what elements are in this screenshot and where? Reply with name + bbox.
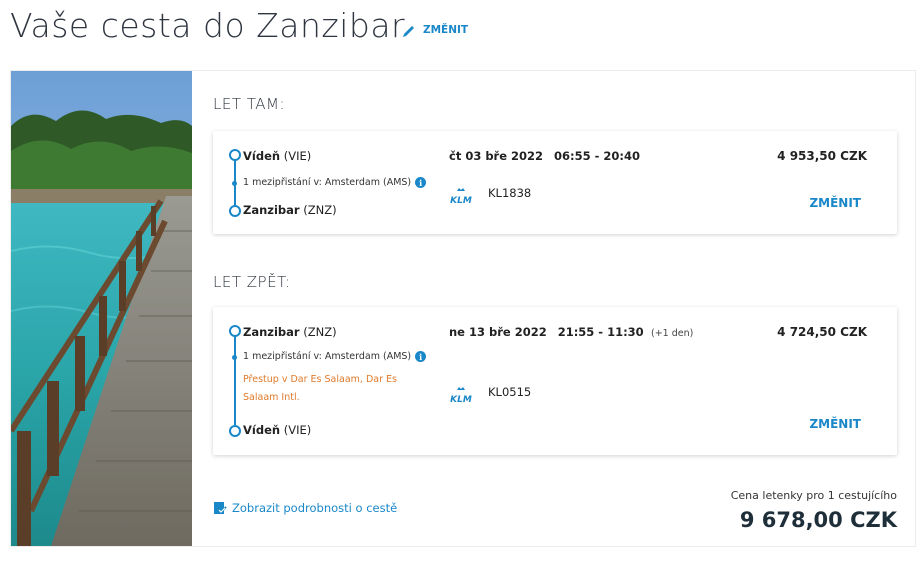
transfer-note: Přestup v Dar Es Salaam, Dar Es Salaam I… [243, 374, 397, 403]
stopover-dot [232, 181, 237, 186]
svg-text:KLM: KLM [450, 395, 472, 405]
change-return-button[interactable]: ZMĚNIT [809, 417, 861, 431]
destination-city: Vídeň (VIE) [243, 423, 312, 437]
total-price-label: Cena letenky pro 1 cestujícího [730, 489, 897, 502]
page-title: Vaše cesta do Zanzibar [10, 6, 406, 45]
document-check-icon [214, 502, 227, 514]
flight-number: KL1838 [488, 186, 532, 200]
flight-date: čt 03 bře 2022 06:55 - 20:40 [449, 149, 641, 163]
flight-date: ne 13 bře 2022 21:55 - 11:30 (+1 den) [449, 325, 694, 339]
outbound-section-title: LET TAM: [213, 95, 286, 113]
change-outbound-button[interactable]: ZMĚNIT [809, 196, 861, 210]
return-section-title: LET ZPĚT: [213, 273, 291, 291]
info-icon[interactable]: i [415, 351, 427, 362]
destination-dot [229, 205, 241, 217]
klm-logo-icon: KLM [450, 188, 472, 206]
return-flight-card: Zanzibar (ZNZ) 1 mezipřistání v: Amsterd… [213, 307, 897, 455]
destination-photo [11, 71, 192, 546]
edit-trip-label: ZMĚNIT [423, 24, 469, 36]
destination-dot [229, 425, 241, 437]
route-line [234, 331, 236, 431]
trip-details-label: Zobrazit podrobnosti o cestě [232, 501, 398, 515]
klm-logo-icon: KLM [450, 387, 472, 405]
svg-text:KLM: KLM [450, 196, 472, 206]
leg-price: 4 724,50 CZK [777, 325, 867, 339]
edit-trip-button[interactable]: ZMĚNIT [401, 22, 468, 38]
stopover-info: 1 mezipřistání v: Amsterdam (AMS) i [243, 177, 427, 188]
info-icon[interactable]: i [415, 177, 427, 188]
flight-number: KL0515 [488, 385, 532, 399]
stopover-info: 1 mezipřistání v: Amsterdam (AMS) i [243, 351, 427, 362]
pencil-icon [403, 26, 414, 37]
stopover-dot [232, 355, 237, 360]
trip-details-link[interactable]: Zobrazit podrobnosti o cestě [213, 501, 397, 515]
outbound-flight-card: Vídeň (VIE) 1 mezipřistání v: Amsterdam … [213, 131, 897, 234]
origin-dot [229, 149, 241, 161]
destination-city: Zanzibar (ZNZ) [243, 203, 337, 217]
origin-city: Zanzibar (ZNZ) [243, 325, 337, 339]
trip-summary-card: LET TAM: Vídeň (VIE) 1 mezipřistání v: A… [10, 70, 916, 547]
origin-dot [229, 325, 241, 337]
total-price: 9 678,00 CZK [739, 508, 897, 532]
leg-price: 4 953,50 CZK [777, 149, 867, 163]
origin-city: Vídeň (VIE) [243, 149, 312, 163]
